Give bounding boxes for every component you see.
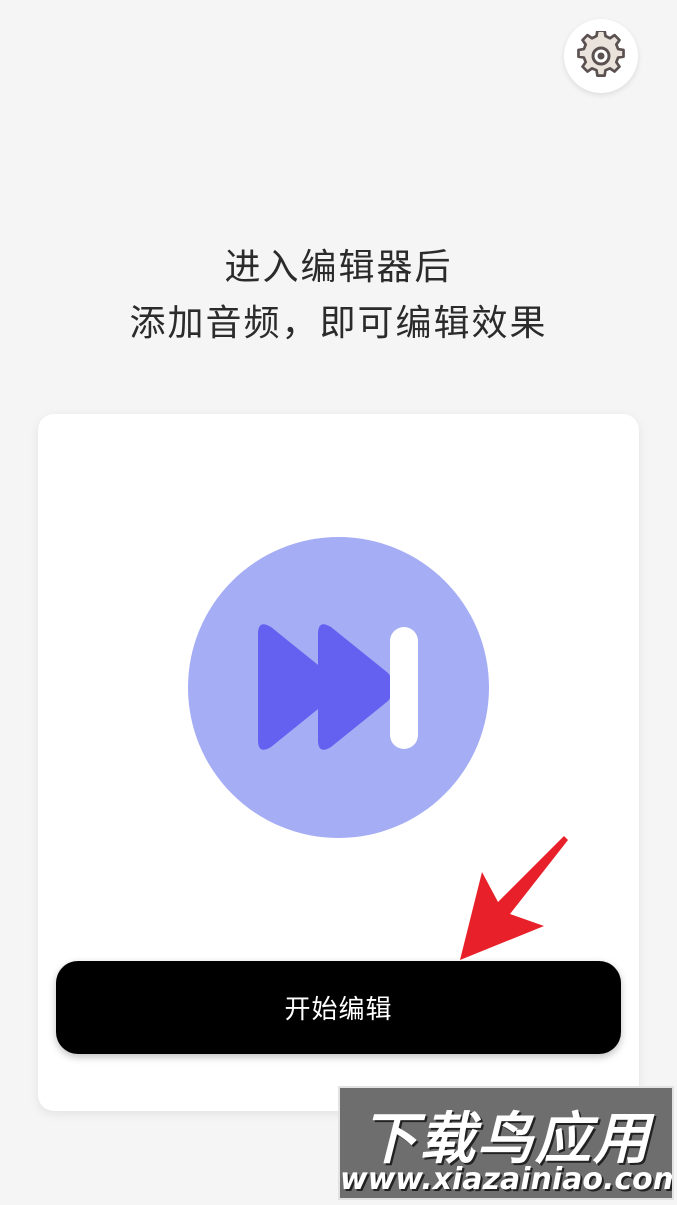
editor-card: 开始编辑 (38, 414, 639, 1111)
app-screen: 进入编辑器后 添加音频，即可编辑效果 开始编辑 下载鸟应用 www.xiazai… (0, 0, 677, 1205)
gear-icon (577, 31, 625, 77)
settings-button[interactable] (564, 19, 638, 93)
watermark-url: www.xiazainiao.com (340, 1162, 674, 1197)
hint-line-1: 进入编辑器后 (224, 247, 453, 288)
red-arrow-annotation (460, 836, 568, 960)
watermark: 下载鸟应用 www.xiazainiao.com (338, 1086, 674, 1200)
hint-line-2: 添加音频，即可编辑效果 (129, 303, 548, 344)
start-edit-button[interactable]: 开始编辑 (56, 961, 621, 1054)
fast-forward-skip-icon (188, 537, 489, 838)
